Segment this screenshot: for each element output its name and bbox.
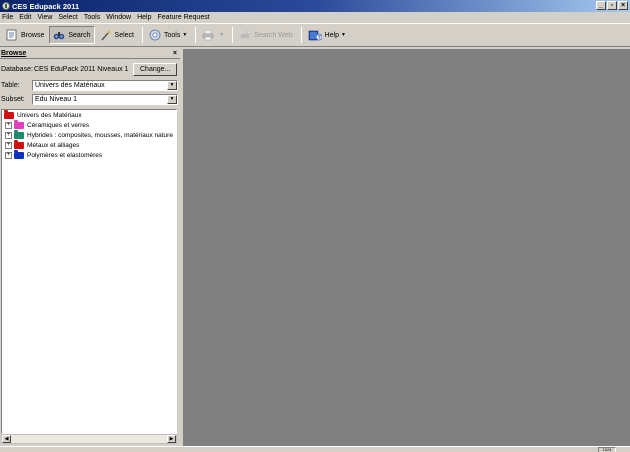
app-icon	[2, 2, 10, 10]
toolbar-separator	[300, 27, 302, 43]
menu-tools[interactable]: Tools	[84, 14, 100, 21]
tree-item[interactable]: + Céramiques et verres	[5, 120, 90, 130]
window-controls: _ ▫ ×	[596, 1, 628, 10]
change-button-label: Change...	[140, 66, 171, 73]
print-button[interactable]: ▼	[199, 26, 227, 44]
panel-title: Browse	[1, 50, 27, 57]
database-value: CES EduPack 2011 Niveaux 1 &	[34, 66, 130, 73]
menu-file[interactable]: File	[2, 14, 13, 21]
chevron-down-icon: ▼	[182, 32, 188, 38]
toolbar-separator	[142, 27, 143, 43]
restore-button[interactable]: ▫	[607, 1, 617, 10]
expand-icon[interactable]: +	[5, 132, 12, 139]
help-label: Help	[324, 31, 340, 39]
database-label: Database:	[1, 66, 33, 73]
horizontal-scrollbar[interactable]: ◀ ▶	[1, 434, 177, 444]
chevron-down-icon: ▼	[219, 32, 225, 38]
select-label: Select	[114, 31, 134, 39]
browse-button[interactable]: Browse	[3, 26, 47, 44]
material-tree: Univers des Matériaux + Céramiques et ve…	[1, 109, 177, 434]
search-label: Search	[68, 31, 91, 39]
tree-root[interactable]: Univers des Matériaux	[3, 110, 82, 120]
status-cell: 1024	[598, 447, 616, 452]
search-web-button[interactable]: Search Web	[236, 26, 295, 44]
table-row: Table: Univers des Matériaux ▼	[1, 80, 178, 91]
tree-item-label: Polymères et elastomères	[27, 152, 103, 159]
menu-feature-request[interactable]: Feature Request	[158, 14, 210, 21]
menu-edit[interactable]: Edit	[19, 14, 31, 21]
folder-icon	[14, 150, 24, 159]
search-web-label: Search Web	[254, 31, 293, 39]
change-database-button[interactable]: Change...	[133, 63, 178, 76]
wand-icon	[100, 29, 112, 41]
table-select-value: Univers des Matériaux	[35, 82, 105, 89]
subset-select-value: Edu Niveau 1	[35, 96, 78, 103]
search-button[interactable]: Search	[49, 26, 95, 44]
status-bar: 1024	[0, 446, 630, 452]
table-select[interactable]: Univers des Matériaux ▼	[32, 80, 178, 91]
minimize-button[interactable]: _	[596, 1, 606, 10]
expand-icon[interactable]: +	[5, 122, 12, 129]
folder-icon	[4, 110, 14, 119]
table-label: Table:	[1, 82, 20, 89]
tools-gear-icon	[149, 29, 161, 41]
panel-close-icon[interactable]: ×	[173, 50, 177, 57]
folder-icon	[14, 140, 24, 149]
tools-label: Tools	[164, 31, 181, 39]
chevron-down-icon: ▼	[341, 32, 346, 38]
scroll-left-icon[interactable]: ◀	[2, 435, 11, 443]
search-web-icon	[239, 29, 252, 41]
tree-root-label: Univers des Matériaux	[17, 112, 82, 119]
panel-header: Browse ×	[0, 49, 180, 59]
menu-view[interactable]: View	[37, 14, 52, 21]
folder-icon	[14, 120, 24, 129]
tools-button[interactable]: Tools ▼	[146, 26, 190, 44]
menu-select[interactable]: Select	[58, 14, 77, 21]
main-toolbar: Browse Search Select Tools ▼ ▼ Search We…	[0, 23, 630, 47]
toolbar-separator	[232, 27, 234, 43]
tree-item[interactable]: + Hybrides : composites, mousses, matéri…	[5, 130, 173, 140]
window-title: CES Edupack 2011	[12, 1, 80, 11]
dropdown-arrow-icon[interactable]: ▼	[167, 95, 177, 104]
expand-icon[interactable]: +	[5, 142, 12, 149]
browse-icon	[6, 29, 18, 41]
toolbar-separator	[195, 27, 197, 43]
menu-help[interactable]: Help	[137, 14, 151, 21]
subset-row: Subset: Edu Niveau 1 ▼	[1, 94, 178, 105]
database-row: Database: CES EduPack 2011 Niveaux 1 & C…	[1, 63, 178, 76]
tree-item-label: Métaux et alliages	[27, 142, 80, 149]
title-bar: CES Edupack 2011 _ ▫ ×	[0, 0, 630, 12]
svg-text:?: ?	[317, 35, 320, 41]
tree-item-label: Céramiques et verres	[27, 122, 90, 129]
workspace-area	[183, 49, 630, 446]
browse-label: Browse	[21, 31, 45, 39]
menu-window[interactable]: Window	[106, 14, 131, 21]
close-button[interactable]: ×	[618, 1, 628, 10]
folder-icon	[14, 130, 24, 139]
subset-select[interactable]: Edu Niveau 1 ▼	[32, 94, 178, 105]
dropdown-arrow-icon[interactable]: ▼	[167, 81, 177, 90]
tree-item[interactable]: + Métaux et alliages	[5, 140, 80, 150]
scroll-right-icon[interactable]: ▶	[167, 435, 176, 443]
menu-bar: File Edit View Select Tools Window Help …	[0, 12, 630, 23]
select-button[interactable]: Select	[97, 26, 137, 44]
expand-icon[interactable]: +	[5, 152, 12, 159]
browse-panel: Browse × Database: CES EduPack 2011 Nive…	[0, 49, 180, 446]
printer-icon	[202, 29, 214, 41]
tree-item-label: Hybrides : composites, mousses, matériau…	[27, 132, 173, 139]
binoculars-icon	[53, 29, 65, 41]
subset-label: Subset:	[1, 96, 25, 103]
tree-item[interactable]: + Polymères et elastomères	[5, 150, 103, 160]
help-book-icon: ?	[308, 29, 322, 41]
help-button[interactable]: ? Help ▼	[305, 26, 349, 44]
